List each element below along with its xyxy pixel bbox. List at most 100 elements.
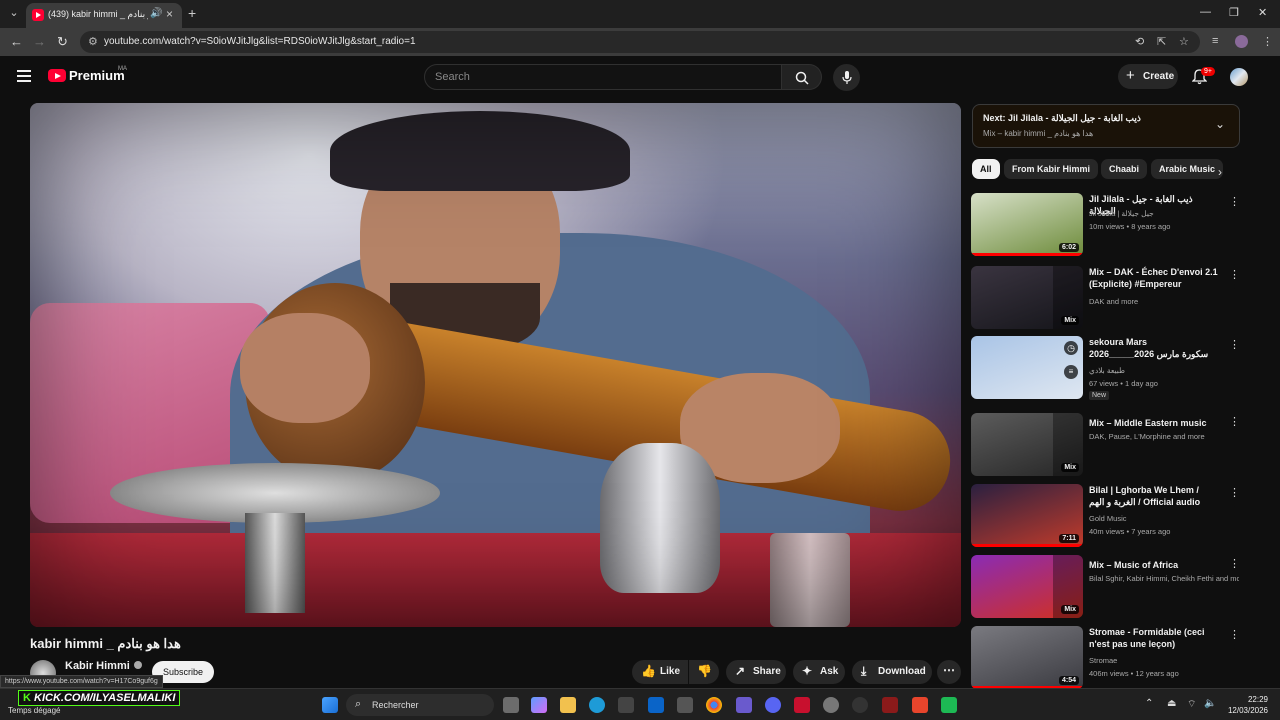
dislike-button[interactable]: 👎 (689, 660, 719, 684)
video-thumbnail[interactable]: 4:54 (971, 626, 1083, 689)
stream-overlay-banner: K KICK.COM/ILYASELMALIKI (18, 690, 181, 706)
menu-icon[interactable] (17, 70, 31, 85)
account-avatar[interactable] (1230, 68, 1248, 86)
close-tab-icon[interactable]: × (166, 7, 173, 21)
clock[interactable]: 22:29 12/03/2026 (1218, 694, 1268, 716)
app-icon[interactable] (912, 697, 928, 713)
share-button[interactable]: ↗ Share (726, 660, 786, 684)
obs-icon[interactable] (852, 697, 868, 713)
recommendation-item[interactable]: ◷ ≡ sekoura Mars 2026_____سكورة مارس 202… (971, 336, 1241, 400)
browser-menu-icon[interactable]: ⋮ (1262, 35, 1273, 48)
chip-chaabi[interactable]: Chaabi (1101, 159, 1148, 179)
steam-icon[interactable] (823, 697, 839, 713)
video-thumbnail[interactable]: 6:02 (971, 193, 1083, 256)
tab-search-icon[interactable]: ⌄ (6, 6, 22, 22)
logo-text[interactable]: Premium (69, 68, 125, 83)
chevron-right-icon[interactable]: › (1218, 165, 1222, 179)
video-title: kabir himmi _ هدا هو بنادم (30, 636, 181, 651)
store-icon[interactable] (618, 697, 634, 713)
speaker-icon[interactable]: 🔊 (150, 8, 162, 19)
more-vertical-icon[interactable]: ⋮ (1229, 486, 1240, 499)
youtube-logo-icon[interactable] (48, 69, 66, 82)
region-code: MA (118, 66, 127, 72)
recommendation-title: Stromae - Formidable (ceci n'est pas une… (1089, 627, 1205, 649)
url-field[interactable]: ⚙ youtube.com/watch?v=S0ioWJitJlg&list=R… (80, 31, 1200, 53)
watch-later-icon[interactable]: ◷ (1064, 341, 1078, 355)
video-thumbnail[interactable]: Mix (971, 413, 1083, 476)
install-icon[interactable]: ⇱ (1157, 35, 1166, 48)
play-icon[interactable] (941, 697, 957, 713)
minimize-icon[interactable]: — (1200, 6, 1211, 18)
download-button[interactable]: ⤓ Download (852, 660, 932, 684)
recommendation-title: Mix – Middle Eastern music (1089, 418, 1207, 428)
chrome-icon[interactable] (706, 697, 722, 713)
translate-icon[interactable]: ⟲ (1135, 35, 1144, 48)
video-player[interactable] (30, 103, 961, 627)
recommendation-item[interactable]: Mix Mix – Music of Africa Bilal Sghir, K… (971, 555, 1241, 619)
recommendation-item[interactable]: 7:11 Bilal | Lghorba We Lhem / الغربة و … (971, 484, 1241, 548)
chip-from-kabir-himmi[interactable]: From Kabir Himmi (1004, 159, 1099, 179)
close-window-icon[interactable]: ✕ (1258, 6, 1267, 19)
volume-icon[interactable]: 🔈 (1204, 698, 1216, 709)
recommendation-item[interactable]: Mix Mix – DAK - Échec D'envoi 2.1 (Expli… (971, 266, 1241, 330)
add-to-queue-icon[interactable]: ≡ (1064, 365, 1078, 379)
ask-button[interactable]: ✦ Ask (793, 660, 845, 684)
video-thumbnail[interactable]: Mix (971, 266, 1083, 329)
voice-search-button[interactable] (833, 64, 860, 91)
search-box[interactable] (424, 64, 782, 90)
task-view-icon[interactable] (503, 697, 519, 713)
wifi-icon[interactable]: ⌔ (1187, 698, 1196, 711)
create-button[interactable]: + Create (1118, 64, 1178, 89)
tab-title: (439) kabir himmi _ هدا هو بنادم (48, 9, 148, 19)
chip-all[interactable]: All (972, 159, 1000, 179)
app-icon[interactable] (677, 697, 693, 713)
discord-icon[interactable] (765, 697, 781, 713)
restore-icon[interactable]: ❐ (1229, 6, 1239, 19)
channel-name[interactable]: Kabir Himmi (65, 660, 142, 672)
app-icon[interactable] (882, 697, 898, 713)
browser-tab[interactable]: (439) kabir himmi _ هدا هو بنادم 🔊 × (26, 3, 182, 28)
recommendation-item[interactable]: Mix Mix – Middle Eastern music DAK, Paus… (971, 413, 1241, 477)
like-button[interactable]: 👍 Like (632, 660, 688, 684)
outlook-icon[interactable] (648, 697, 664, 713)
file-explorer-icon[interactable] (560, 697, 576, 713)
profile-icon[interactable] (1235, 35, 1248, 48)
back-icon[interactable]: ← (10, 34, 23, 49)
time: 22:29 (1247, 695, 1268, 704)
up-next-panel[interactable]: Next: Jil Jilala - ذيب الغابة - جيل الجي… (972, 104, 1240, 148)
share-label: Share (753, 666, 781, 677)
recommendation-item[interactable]: 4:54 Stromae - Formidable (ceci n'est pa… (971, 626, 1241, 690)
more-vertical-icon[interactable]: ⋮ (1229, 628, 1240, 641)
copilot-icon[interactable] (531, 697, 547, 713)
new-tab-icon[interactable]: + (188, 5, 196, 21)
more-vertical-icon[interactable]: ⋮ (1229, 557, 1240, 570)
more-vertical-icon[interactable]: ⋮ (1229, 338, 1240, 351)
more-actions-button[interactable]: ⋯ (937, 660, 961, 684)
forward-icon[interactable]: → (33, 34, 46, 49)
video-thumbnail[interactable]: ◷ ≡ (971, 336, 1083, 399)
recommendation-item[interactable]: 6:02 Jil Jilala - ذيب الغابة - جيل الجيل… (971, 193, 1241, 257)
search-icon: ⌕ (355, 698, 362, 710)
adobe-icon[interactable] (794, 697, 810, 713)
search-button[interactable] (782, 64, 822, 90)
game-icon[interactable] (736, 697, 752, 713)
chevron-down-icon[interactable]: ⌄ (1215, 117, 1225, 131)
more-vertical-icon[interactable]: ⋮ (1229, 415, 1240, 428)
search-input[interactable] (435, 71, 765, 83)
taskbar-search[interactable]: ⌕ Rechercher (346, 694, 494, 716)
reading-list-icon[interactable]: ≡ (1212, 35, 1218, 47)
chip-arabic-music[interactable]: Arabic Music (1151, 159, 1224, 179)
video-thumbnail[interactable]: Mix (971, 555, 1083, 618)
site-info-icon[interactable]: ⚙ (88, 35, 98, 48)
windows-start-icon[interactable] (322, 697, 338, 713)
reload-icon[interactable]: ↻ (57, 34, 68, 50)
video-thumbnail[interactable]: 7:11 (971, 484, 1083, 547)
usb-icon[interactable]: ⏏ (1167, 698, 1176, 709)
edge-icon[interactable] (589, 697, 605, 713)
chevron-up-icon[interactable]: ⌃ (1145, 698, 1153, 709)
more-vertical-icon[interactable]: ⋮ (1229, 195, 1240, 208)
duration-badge: 7:11 (1059, 534, 1079, 543)
bookmark-star-icon[interactable]: ☆ (1179, 35, 1189, 48)
more-vertical-icon[interactable]: ⋮ (1229, 268, 1240, 281)
weather-label[interactable]: Temps dégagé (8, 706, 60, 715)
